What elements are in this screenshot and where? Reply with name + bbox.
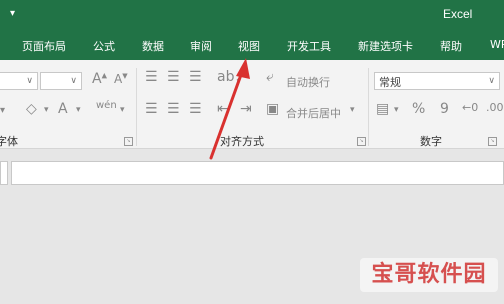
- watermark-logo: 宝哥软件园: [360, 258, 498, 292]
